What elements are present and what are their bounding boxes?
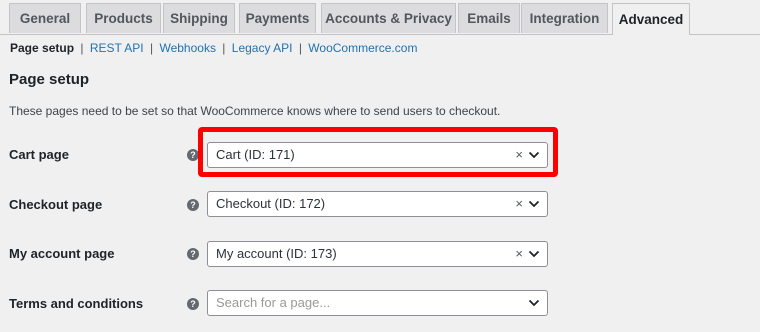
highlight-box [198, 127, 558, 177]
terms-page-help-icon[interactable]: ? [187, 298, 199, 310]
chevron-down-icon[interactable] [528, 199, 540, 209]
tab-advanced[interactable]: Advanced [612, 3, 690, 35]
chevron-down-icon[interactable] [528, 249, 540, 259]
tab-products[interactable]: Products [86, 3, 161, 33]
subnav-webhooks[interactable]: Webhooks [159, 41, 215, 55]
my-account-page-help-icon[interactable]: ? [187, 248, 199, 260]
chevron-down-icon[interactable] [528, 298, 540, 308]
subnav-separator: | [150, 41, 154, 55]
clear-icon[interactable]: × [515, 196, 523, 212]
checkout-page-select[interactable]: Checkout (ID: 172) × [207, 191, 548, 217]
checkout-page-label: Checkout page [9, 197, 103, 212]
subnav-page-setup[interactable]: Page setup [10, 41, 74, 55]
cart-page-label: Cart page [9, 147, 69, 162]
section-title: Page setup [9, 71, 90, 88]
tab-payments[interactable]: Payments [239, 3, 316, 33]
tab-emails[interactable]: Emails [458, 3, 520, 33]
my-account-page-select[interactable]: My account (ID: 173) × [207, 241, 548, 267]
tab-integration[interactable]: Integration [521, 3, 608, 33]
subnav-rest-api[interactable]: REST API [90, 41, 144, 55]
checkout-page-selected-value: Checkout (ID: 172) [216, 196, 326, 211]
section-description: These pages need to be set so that WooCo… [9, 104, 501, 118]
my-account-page-label: My account page [9, 246, 115, 261]
terms-page-search-placeholder: Search for a page... [216, 295, 331, 310]
tab-accounts-privacy[interactable]: Accounts & Privacy [321, 3, 456, 33]
clear-icon[interactable]: × [515, 246, 523, 262]
terms-page-label: Terms and conditions [9, 296, 144, 311]
terms-page-select[interactable]: Search for a page... [207, 290, 548, 316]
settings-tabs: General Products Shipping Payments Accou… [0, 0, 760, 35]
subnav-separator: | [222, 41, 226, 55]
subnav-separator: | [298, 41, 302, 55]
checkout-page-help-icon[interactable]: ? [187, 199, 199, 211]
my-account-page-selected-value: My account (ID: 173) [216, 246, 337, 261]
subsection-nav: Page setup | REST API | Webhooks | Legac… [10, 41, 417, 55]
tab-general[interactable]: General [9, 3, 81, 33]
subnav-separator: | [80, 41, 84, 55]
subnav-woocommerce-com[interactable]: WooCommerce.com [308, 41, 417, 55]
tab-shipping[interactable]: Shipping [163, 3, 235, 33]
subnav-legacy-api[interactable]: Legacy API [232, 41, 293, 55]
